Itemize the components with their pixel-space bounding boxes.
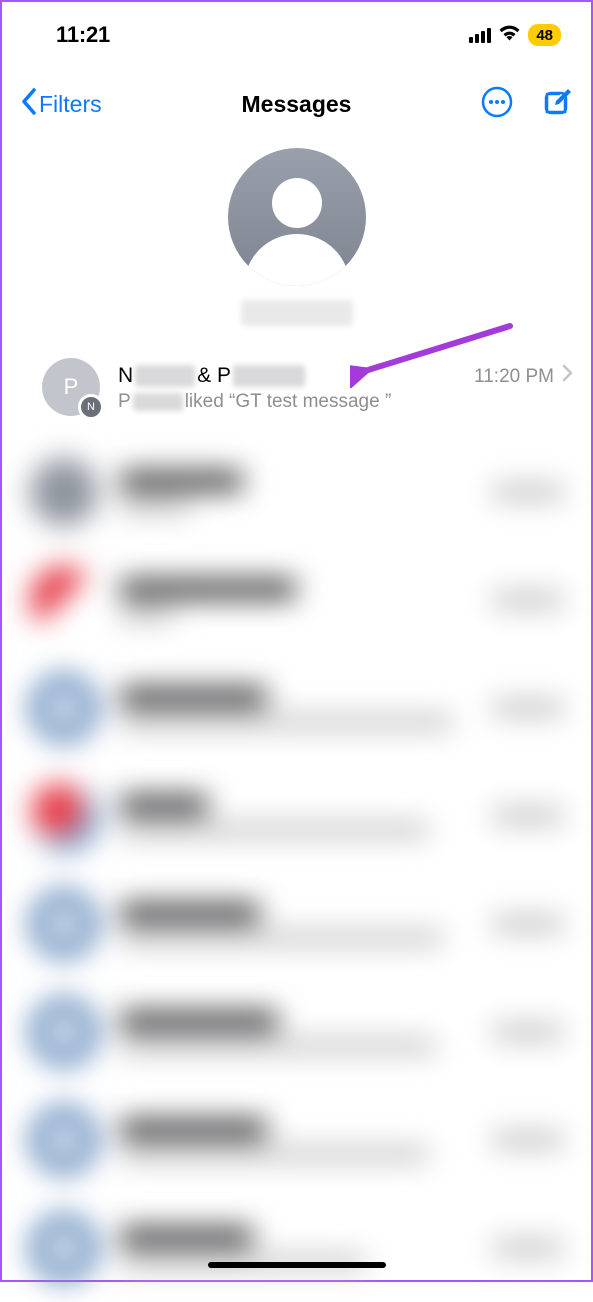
battery-indicator: 48: [528, 24, 561, 46]
conversation-preview: P liked “GT test message ”: [118, 391, 573, 413]
redacted-text: [133, 393, 183, 411]
back-button[interactable]: Filters: [20, 88, 102, 120]
list-item[interactable]: [30, 1194, 563, 1302]
cellular-icon: [469, 27, 491, 43]
conversation-list-blurred: [2, 438, 591, 1302]
home-indicator[interactable]: [208, 1262, 386, 1268]
more-button[interactable]: [481, 86, 513, 123]
avatar-initial: P: [64, 374, 79, 400]
list-item[interactable]: [30, 1086, 563, 1194]
conversation-body: N & P 11:20 PM P liked “GT test message …: [118, 361, 573, 413]
nav-bar: Filters Messages: [2, 68, 591, 140]
chevron-right-icon: [562, 361, 573, 389]
compose-button[interactable]: [541, 86, 573, 123]
avatar-mini-badge: N: [78, 394, 104, 420]
status-right: 48: [469, 24, 561, 46]
redacted-text: [135, 365, 195, 387]
wifi-icon: [498, 24, 521, 46]
list-item[interactable]: [30, 870, 563, 978]
avatar-icon: [228, 148, 366, 286]
redacted-text: [233, 365, 305, 387]
status-bar: 11:21 48: [2, 2, 591, 56]
group-avatar-icon: P N: [42, 358, 100, 416]
conversation-time: 11:20 PM: [474, 366, 554, 388]
status-time: 11:21: [56, 22, 110, 48]
back-label: Filters: [39, 91, 102, 118]
pinned-contact-label: [241, 300, 353, 326]
conversation-title: N & P: [118, 364, 305, 388]
conversation-row[interactable]: P N N & P 11:20 PM P liked “GT test mess…: [2, 348, 591, 426]
list-item[interactable]: [30, 438, 563, 546]
list-item[interactable]: [30, 762, 563, 870]
chevron-left-icon: [20, 88, 37, 120]
list-item[interactable]: [30, 546, 563, 654]
pinned-contact[interactable]: [2, 148, 591, 326]
battery-level: 48: [536, 27, 553, 44]
list-item[interactable]: [30, 978, 563, 1086]
list-item[interactable]: [30, 654, 563, 762]
